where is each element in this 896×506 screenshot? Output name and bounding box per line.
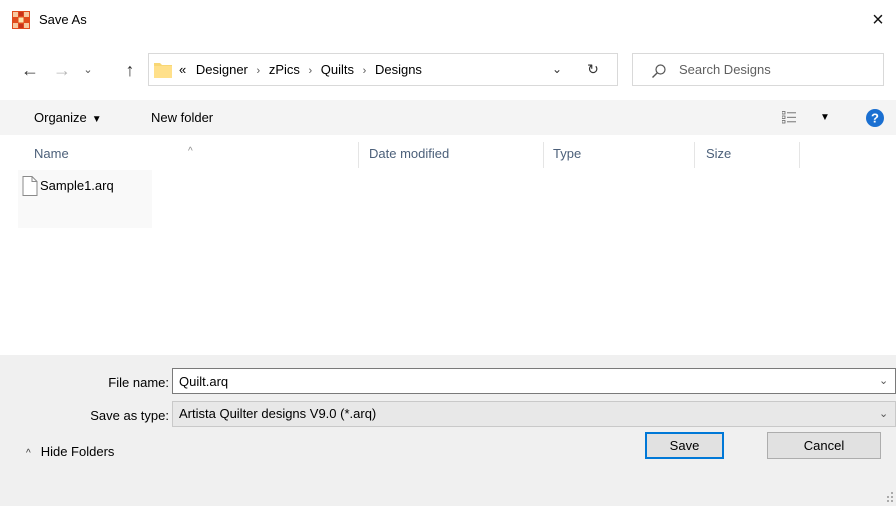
close-icon[interactable]: × bbox=[860, 6, 896, 34]
breadcrumb-item-quilts[interactable]: Quilts bbox=[321, 62, 354, 77]
breadcrumb-separator-icon[interactable]: › bbox=[252, 65, 266, 77]
command-toolbar: Organize ▼ New folder ▼ ? bbox=[0, 100, 896, 135]
hide-folders-button[interactable]: ^ Hide Folders bbox=[26, 441, 114, 463]
file-icon bbox=[22, 176, 38, 196]
save-as-type-select[interactable]: Artista Quilter designs V9.0 (*.arq) ⌄ bbox=[172, 401, 896, 427]
title-bar: Save As × bbox=[0, 0, 896, 40]
file-name-label: File name: bbox=[108, 375, 169, 390]
column-header-date-modified[interactable]: Date modified bbox=[369, 139, 449, 169]
view-options-icon[interactable] bbox=[782, 111, 796, 124]
file-name-dropdown-icon[interactable]: ⌄ bbox=[879, 369, 888, 393]
organize-label: Organize bbox=[34, 110, 87, 125]
chevron-up-icon: ^ bbox=[26, 448, 31, 459]
recent-locations-chevron-icon[interactable]: ⌄ bbox=[80, 58, 96, 82]
new-folder-button[interactable]: New folder bbox=[151, 100, 213, 135]
column-header-size[interactable]: Size bbox=[706, 139, 731, 169]
up-arrow-icon[interactable]: ↑ bbox=[118, 58, 142, 82]
save-as-type-value: Artista Quilter designs V9.0 (*.arq) bbox=[179, 406, 377, 421]
column-headers: Name ^ Date modified Type Size bbox=[0, 139, 896, 169]
help-icon[interactable]: ? bbox=[866, 109, 884, 127]
hide-folders-label: Hide Folders bbox=[40, 444, 115, 459]
save-as-type-label: Save as type: bbox=[90, 408, 169, 423]
resize-grip-icon[interactable] bbox=[884, 491, 894, 503]
file-name: Sample1.arq bbox=[40, 178, 114, 193]
file-list[interactable]: Sample1.arq bbox=[0, 169, 896, 355]
forward-arrow-icon[interactable]: → bbox=[50, 58, 74, 82]
address-bar[interactable]: « Designer › zPics › Quilts › Designs ⌄ … bbox=[148, 53, 618, 86]
organize-button[interactable]: Organize ▼ bbox=[34, 100, 102, 135]
breadcrumb-item-zpics[interactable]: zPics bbox=[269, 62, 300, 77]
list-item[interactable]: Sample1.arq bbox=[18, 170, 152, 228]
sort-ascending-icon: ^ bbox=[188, 146, 193, 157]
breadcrumb-overflow[interactable]: « bbox=[179, 62, 186, 77]
search-input[interactable] bbox=[679, 54, 879, 85]
save-as-type-dropdown-icon[interactable]: ⌄ bbox=[879, 402, 888, 426]
column-divider[interactable] bbox=[799, 142, 800, 168]
breadcrumb-item-designs[interactable]: Designs bbox=[375, 62, 422, 77]
search-icon bbox=[652, 64, 666, 78]
quilt-app-icon bbox=[12, 11, 30, 29]
column-header-name[interactable]: Name bbox=[34, 139, 69, 169]
save-button[interactable]: Save bbox=[645, 432, 724, 459]
breadcrumb: « Designer › zPics › Quilts › Designs bbox=[179, 54, 422, 85]
column-header-type[interactable]: Type bbox=[553, 139, 581, 169]
search-box[interactable] bbox=[632, 53, 884, 86]
back-arrow-icon[interactable]: ← bbox=[18, 58, 42, 82]
cancel-button[interactable]: Cancel bbox=[767, 432, 881, 459]
breadcrumb-separator-icon[interactable]: › bbox=[358, 65, 372, 77]
breadcrumb-item-designer[interactable]: Designer bbox=[190, 62, 248, 77]
file-name-field[interactable] bbox=[179, 369, 869, 393]
breadcrumb-separator-icon[interactable]: › bbox=[304, 65, 318, 77]
column-divider[interactable] bbox=[694, 142, 695, 168]
view-chevron-down-icon[interactable]: ▼ bbox=[820, 100, 830, 135]
column-divider[interactable] bbox=[543, 142, 544, 168]
window-title: Save As bbox=[39, 12, 87, 27]
save-options-panel: File name: ⌄ Save as type: Artista Quilt… bbox=[0, 355, 896, 506]
file-name-combobox[interactable]: ⌄ bbox=[172, 368, 896, 394]
address-dropdown-icon[interactable]: ⌄ bbox=[545, 54, 569, 85]
refresh-icon[interactable]: ↻ bbox=[581, 54, 605, 85]
folder-icon bbox=[154, 63, 172, 78]
chevron-down-icon: ▼ bbox=[91, 114, 102, 125]
column-divider[interactable] bbox=[358, 142, 359, 168]
svg-text:?: ? bbox=[871, 111, 879, 126]
